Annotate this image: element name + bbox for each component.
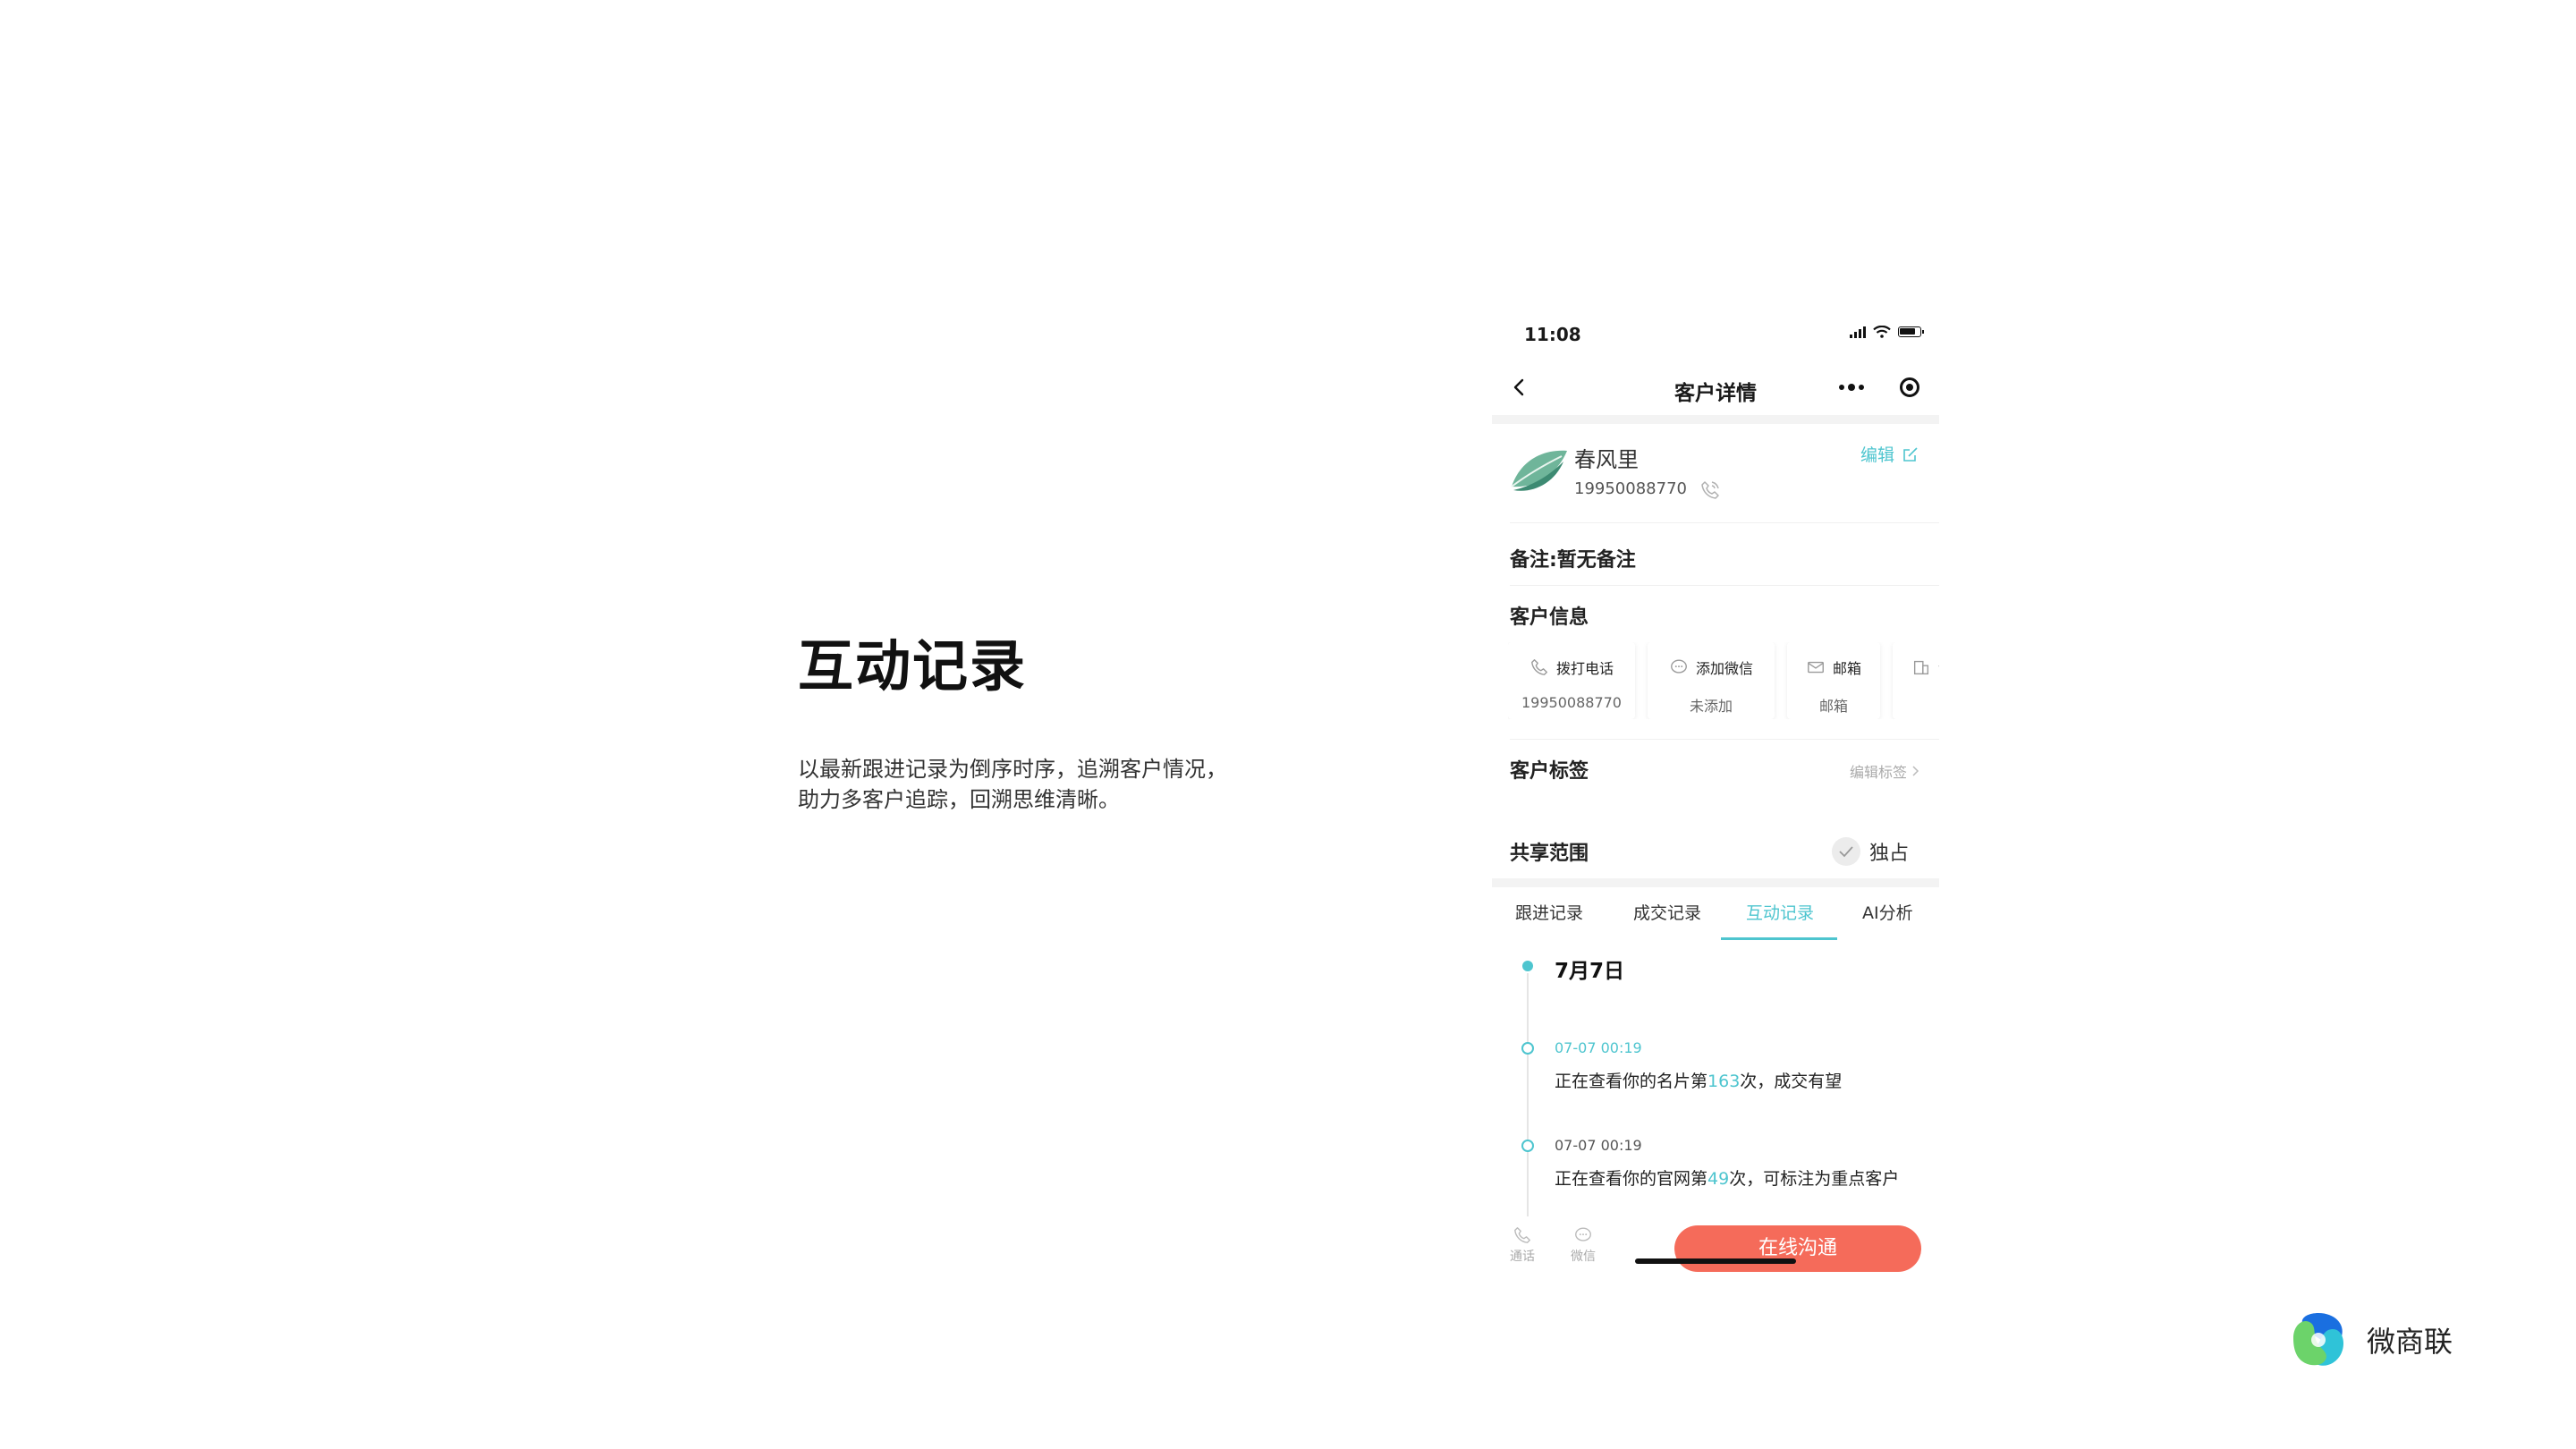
customer-info-title: 客户信息 (1510, 606, 1589, 629)
call-tab-button[interactable]: 通话 (1504, 1225, 1540, 1265)
record-tabs: 跟进记录 成交记录 互动记录 AI分析 (1492, 887, 1939, 941)
chat-icon (1671, 659, 1687, 674)
more-dots-icon[interactable] (1821, 384, 1864, 391)
bottom-action-bar: 通话 微信 在线沟通 (1492, 1216, 1939, 1277)
exclusive-label: 独占 (1868, 843, 1909, 865)
card-value: 邮箱 (1818, 698, 1848, 715)
avatar (1511, 450, 1567, 491)
section-divider (1492, 878, 1939, 887)
tab-ai-analysis[interactable]: AI分析 (1862, 900, 1913, 924)
divider (1510, 522, 1939, 523)
slide-description: 以最新跟进记录为倒序时序，追溯客户情况， 助力多客户追踪，回溯思维清晰。 (798, 754, 1299, 815)
close-target-icon[interactable] (1900, 377, 1919, 397)
edit-icon (1903, 446, 1918, 462)
phone-icon (1514, 1227, 1530, 1243)
timeline-entry: 正在查看你的官网第49次，可标注为重点客户 (1555, 1169, 1900, 1189)
tab-follow-up[interactable]: 跟进记录 (1515, 900, 1583, 924)
section-divider (1492, 415, 1939, 424)
brand-name: 微商联 (2367, 1325, 2453, 1359)
customer-remark: 备注:暂无备注 (1510, 549, 1636, 572)
wechat-tab-button[interactable]: 微信 (1565, 1225, 1601, 1265)
finance-card[interactable]: 金融 (1893, 642, 1939, 719)
home-indicator (1635, 1258, 1796, 1264)
timeline-dot (1521, 1140, 1534, 1152)
customer-tags-title: 客户标签 (1510, 760, 1589, 783)
building-icon (1913, 660, 1929, 675)
card-label: 添加微信 (1695, 660, 1753, 677)
chevron-right-icon (1912, 766, 1919, 776)
card-label: 邮箱 (1832, 660, 1861, 677)
timeline-time: 07-07 00:19 (1555, 1137, 1642, 1154)
wechat-label: 微信 (1571, 1250, 1596, 1264)
tab-interactions[interactable]: 互动记录 (1746, 900, 1814, 924)
card-value: 未添加 (1689, 698, 1733, 715)
timeline-date: 7月7日 (1555, 960, 1625, 983)
call-label: 通话 (1510, 1250, 1535, 1264)
timeline-entry: 正在查看你的名片第163次，成交有望 (1555, 1072, 1843, 1091)
brand-logo-icon (2293, 1313, 2343, 1366)
divider (1510, 585, 1939, 586)
edit-tags-label: 编辑标签 (1849, 764, 1907, 781)
card-label: 拨打电话 (1555, 660, 1614, 677)
customer-info-cards: 拨打电话 19950088770 添加微信 未添加 邮箱 邮箱 (1508, 642, 1939, 719)
mail-icon (1808, 661, 1824, 674)
timeline-dot (1521, 1042, 1534, 1055)
mini-program-capsule (1821, 370, 1921, 404)
status-icons (1850, 326, 1924, 338)
edit-label: 编辑 (1860, 445, 1894, 465)
slide-title: 互动记录 (798, 633, 1028, 699)
status-time: 11:08 (1524, 324, 1581, 345)
email-card[interactable]: 邮箱 邮箱 (1787, 642, 1880, 719)
status-bar: 11:08 (1492, 309, 1939, 360)
tab-deals[interactable]: 成交记录 (1633, 900, 1701, 924)
customer-name: 春风里 (1574, 447, 1639, 472)
nav-bar: 客户详情 (1492, 360, 1939, 415)
phone-screen: 11:08 客户详情 春风里 19950088770 编辑 备注:暂无备注 客户… (1492, 309, 1939, 1277)
chat-icon (1575, 1227, 1591, 1241)
phone-icon (1531, 659, 1547, 675)
exclusive-option[interactable]: 独占 (1831, 837, 1909, 866)
edit-tags-button[interactable]: 编辑标签 (1850, 760, 1919, 782)
online-chat-button[interactable]: 在线沟通 (1674, 1225, 1921, 1272)
call-icon[interactable] (1699, 479, 1721, 501)
share-scope-title: 共享范围 (1510, 843, 1589, 865)
brand-logo: 微商联 (2286, 1308, 2453, 1372)
battery-icon (1898, 326, 1924, 337)
active-tab-indicator (1721, 937, 1837, 940)
description-line-2: 助力多客户追踪，回溯思维清晰。 (798, 787, 1120, 812)
customer-phone: 19950088770 (1574, 479, 1687, 498)
wifi-icon (1873, 326, 1891, 338)
edit-customer-button[interactable]: 编辑 (1860, 442, 1919, 466)
card-value: 19950088770 (1521, 694, 1622, 711)
check-icon (1831, 837, 1860, 866)
signal-icon (1850, 326, 1866, 338)
card-label: 金融 (1938, 657, 1939, 678)
add-wechat-card[interactable]: 添加微信 未添加 (1648, 642, 1775, 719)
divider (1510, 739, 1939, 740)
call-card[interactable]: 拨打电话 19950088770 (1508, 642, 1635, 719)
timeline-date-dot (1522, 961, 1533, 971)
timeline-time: 07-07 00:19 (1555, 1039, 1642, 1056)
description-line-1: 以最新跟进记录为倒序时序，追溯客户情况， (798, 757, 1227, 782)
